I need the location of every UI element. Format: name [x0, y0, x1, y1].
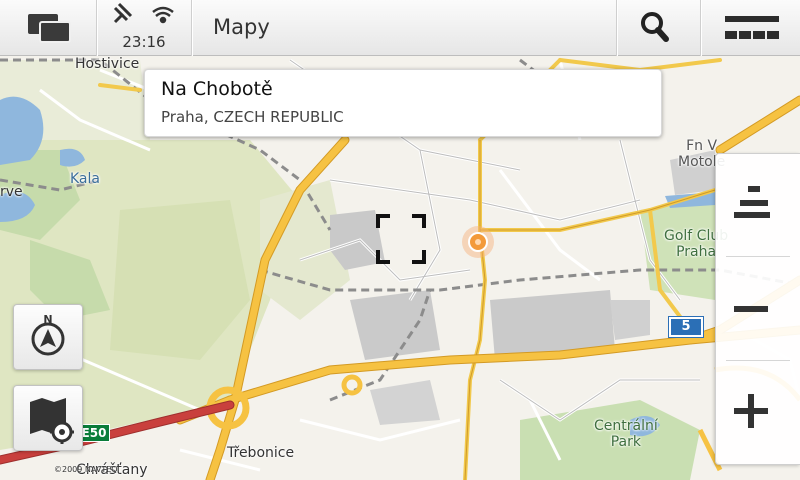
clock: 23:16 [122, 33, 166, 51]
location-subtitle: Praha, CZECH REPUBLIC [161, 108, 344, 126]
wifi-icon [152, 6, 174, 24]
zoom-level-icon [734, 186, 770, 218]
location-info-card[interactable]: Na Chobotě Praha, CZECH REPUBLIC [144, 69, 662, 137]
signal-icon [113, 2, 133, 24]
zoom-out-button[interactable] [716, 258, 800, 358]
svg-text:N: N [43, 313, 52, 326]
divider [726, 256, 790, 257]
zoom-level-button[interactable] [716, 154, 800, 254]
zoom-out-icon [734, 306, 768, 312]
app-title: Mapy [213, 15, 270, 39]
label-trebonice: Třebonice [227, 445, 295, 461]
compass-button[interactable]: N [13, 304, 83, 370]
top-bar: 23:16 Mapy [0, 0, 800, 56]
current-location-icon [462, 226, 494, 258]
status-icons [113, 2, 174, 24]
search-button[interactable] [616, 0, 700, 56]
label-kala: Kala [70, 171, 100, 187]
label-rve: rve [0, 184, 23, 200]
menu-button[interactable] [701, 0, 800, 56]
divider [726, 360, 790, 361]
divider [191, 0, 192, 56]
label-centralni-park: Centrální Park [594, 418, 658, 450]
status-area[interactable]: 23:16 [97, 0, 191, 56]
map-copyright: ©2009 NAVTEQ [54, 465, 118, 474]
location-title: Na Chobotě [161, 78, 273, 100]
task-switcher-button[interactable] [0, 0, 96, 56]
road-shield-5: 5 [669, 317, 703, 337]
search-icon [641, 12, 669, 42]
menu-icon [725, 16, 779, 39]
zoom-in-button[interactable] [716, 362, 800, 466]
zoom-panel [715, 153, 800, 465]
zoom-in-icon [734, 394, 768, 428]
map-settings-button[interactable] [13, 385, 83, 451]
map-settings-icon [30, 398, 74, 444]
crosshair-icon [376, 214, 426, 264]
task-switcher-icon [28, 14, 71, 43]
compass-icon: N [31, 313, 65, 356]
label-hostivice: Hostivice [75, 56, 140, 72]
